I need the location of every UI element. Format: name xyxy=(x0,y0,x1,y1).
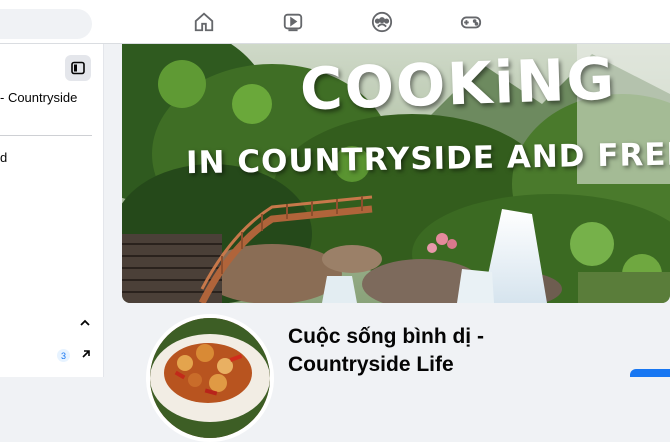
chevron-up-icon[interactable] xyxy=(78,316,92,330)
sidebar-item[interactable]: d xyxy=(0,150,7,165)
page-name: Cuộc sống bình dị - Countryside Life xyxy=(288,325,484,376)
watch-icon[interactable] xyxy=(280,9,306,35)
cover-photo[interactable]: COOKiNG IN COUNTRYSIDE AND FREE LIFE xyxy=(122,44,670,303)
cover-title-text: COOKiNG xyxy=(298,44,618,124)
groups-icon[interactable] xyxy=(369,9,395,35)
profile-picture[interactable] xyxy=(146,314,274,442)
search-input[interactable] xyxy=(0,9,92,39)
sidebar-divider xyxy=(0,135,92,136)
collapse-sidebar-button[interactable] xyxy=(65,55,91,81)
food-dish-image xyxy=(150,318,270,438)
external-arrow-icon[interactable] xyxy=(79,347,93,361)
sidebar-page-title[interactable]: - Countryside xyxy=(0,90,77,105)
top-navigation-bar xyxy=(0,0,670,44)
notification-badge: 3 xyxy=(57,349,70,362)
home-icon[interactable] xyxy=(191,9,217,35)
left-sidebar: - Countryside d 3 xyxy=(0,44,104,377)
sidebar-toggle-icon xyxy=(71,61,85,75)
action-button[interactable] xyxy=(630,369,670,377)
gaming-icon[interactable] xyxy=(458,9,484,35)
